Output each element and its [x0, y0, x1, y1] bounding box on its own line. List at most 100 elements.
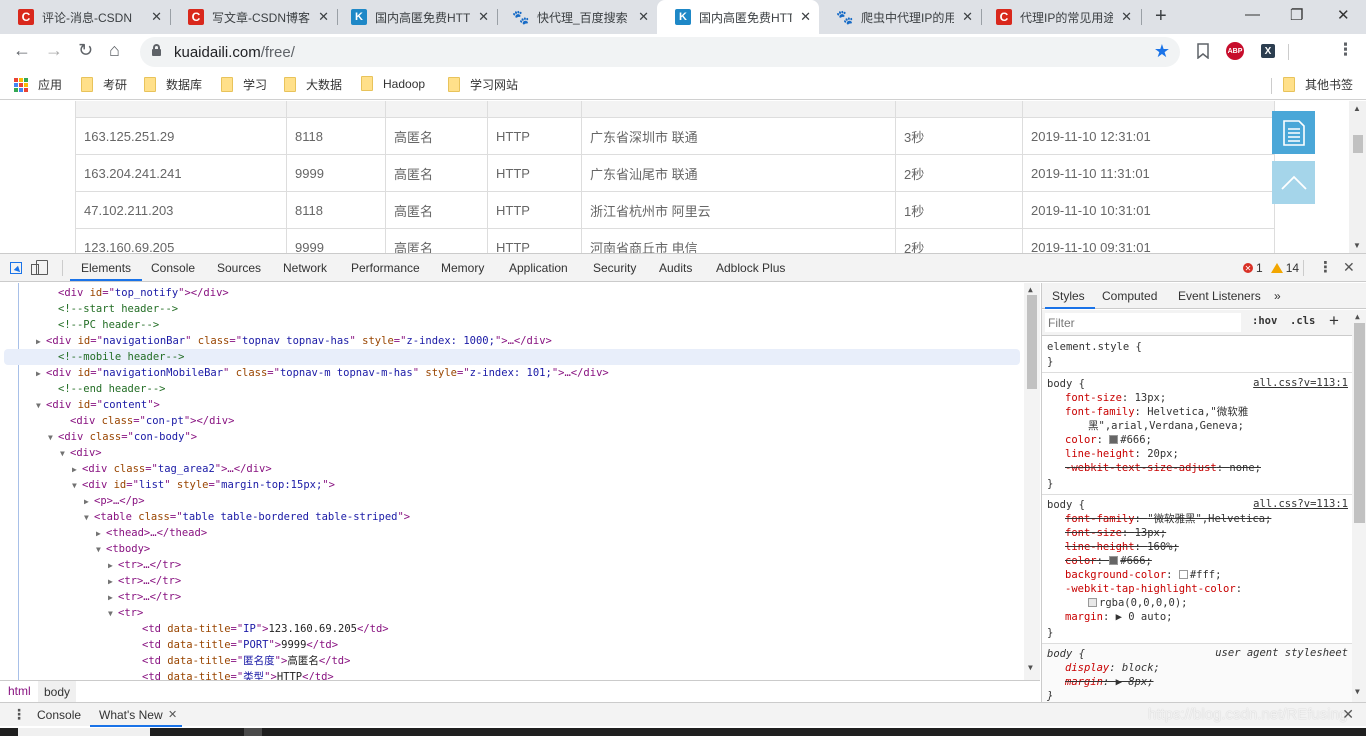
browser-tab[interactable]: K 国内高匿免费HTTP ✕	[333, 0, 497, 34]
reload-button[interactable]: ↻	[78, 40, 93, 61]
page-scrollbar-thumb[interactable]	[1353, 135, 1363, 153]
new-style-rule-button[interactable]: +	[1329, 311, 1339, 331]
drawer-tab-close-icon[interactable]: ✕	[168, 708, 177, 721]
rule-source-link[interactable]: all.css?v=113:1	[1253, 377, 1348, 389]
dom-node[interactable]: ▶ <div id="navigationMobileBar" class="to…	[0, 365, 609, 381]
dom-node[interactable]: ▼ <div id="list" style="margin-top:15px;"…	[0, 477, 335, 493]
devtools-close-icon[interactable]: ✕	[1343, 259, 1355, 276]
back-button[interactable]: ←	[13, 40, 31, 61]
devtools-tab-console[interactable]: Console	[151, 261, 195, 275]
inspect-element-icon[interactable]	[10, 262, 22, 274]
dom-node[interactable]: <td data-title="匿名度">高匿名</td>	[0, 653, 350, 669]
new-tab-button[interactable]: +	[1155, 5, 1167, 28]
elements-scrollbar-thumb[interactable]	[1027, 295, 1037, 389]
dom-node[interactable]: <!--PC header-->	[0, 317, 159, 333]
bookmark-folder[interactable]: Hadoop	[361, 76, 425, 91]
tab-close-icon[interactable]: ✕	[151, 9, 162, 25]
bookmark-folder[interactable]: 学习网站	[448, 76, 518, 93]
style-declaration[interactable]: -webkit-text-size-adjust: none;	[1065, 461, 1261, 475]
forward-button[interactable]: →	[45, 40, 63, 61]
dom-node[interactable]: <td data-title="IP">123.160.69.205</td>	[0, 621, 389, 637]
tab-close-icon[interactable]: ✕	[478, 9, 489, 25]
devtools-tab-security[interactable]: Security	[593, 261, 636, 275]
adblock-plus-icon[interactable]: ABP	[1226, 42, 1244, 60]
taskbar-active-app[interactable]	[244, 728, 262, 736]
rule-source-link[interactable]: all.css?v=113:1	[1253, 498, 1348, 510]
page-scrollbar[interactable]: ▲ ▼	[1349, 101, 1366, 253]
bookmark-folder[interactable]: 学习	[221, 76, 267, 93]
style-declaration[interactable]: 黑",arial,Verdana,Geneva;	[1088, 419, 1244, 433]
devtools-tab-performance[interactable]: Performance	[351, 261, 420, 275]
dom-node-selected[interactable]: <!--mobile header-->	[4, 349, 1020, 365]
bookmark-folder[interactable]: 大数据	[284, 76, 342, 93]
dom-node[interactable]: ▶ <tr>…</tr>	[0, 573, 181, 589]
dom-node[interactable]: <div class="con-pt"></div>	[0, 413, 234, 429]
hover-state-toggle[interactable]: :hov	[1252, 315, 1277, 327]
taskbar-search[interactable]	[18, 728, 150, 736]
scroll-down-arrow-icon[interactable]: ▼	[1028, 663, 1033, 672]
dom-node[interactable]: <!--end header-->	[0, 381, 165, 397]
dom-node[interactable]: ▶ <tr>…</tr>	[0, 589, 181, 605]
expand-triangle-icon[interactable]: ▶	[72, 462, 82, 478]
style-declaration[interactable]: color: #666;	[1065, 554, 1152, 568]
dom-node[interactable]: ▼ <div id="content">	[0, 397, 160, 413]
browser-tab[interactable]: 🐾 快代理_百度搜索 ✕	[495, 0, 657, 34]
expand-triangle-icon[interactable]: ▶	[36, 366, 46, 382]
drawer-tab-whats-new[interactable]: What's New	[99, 708, 163, 722]
dom-node[interactable]: <!--start header-->	[0, 301, 178, 317]
reading-list-icon[interactable]	[1197, 43, 1209, 62]
back-to-top-button[interactable]	[1272, 161, 1315, 204]
bookmark-folder[interactable]: 数据库	[144, 76, 202, 93]
elements-scrollbar[interactable]: ▲ ▼	[1024, 283, 1040, 689]
style-declaration[interactable]: background-color: #fff;	[1065, 568, 1221, 582]
styles-tab[interactable]: Styles	[1052, 289, 1085, 303]
scroll-down-arrow-icon[interactable]: ▼	[1353, 241, 1361, 250]
expand-triangle-icon[interactable]: ▶	[108, 574, 118, 590]
tab-close-icon[interactable]: ✕	[962, 9, 973, 25]
breadcrumb-html[interactable]: html	[8, 684, 31, 698]
more-tabs-chevron-icon[interactable]: »	[1274, 289, 1281, 303]
style-declaration[interactable]: font-size: 13px;	[1065, 391, 1166, 405]
styles-scrollbar-thumb[interactable]	[1354, 323, 1365, 523]
bookmark-folder[interactable]: 考研	[81, 76, 127, 93]
collapse-triangle-icon[interactable]: ▼	[48, 430, 58, 446]
color-swatch-icon[interactable]	[1088, 598, 1097, 607]
tab-close-icon[interactable]: ✕	[318, 9, 329, 25]
scroll-down-arrow-icon[interactable]: ▼	[1355, 687, 1360, 696]
address-bar[interactable]: kuaidaili.com/free/ ★	[140, 37, 1180, 67]
dom-node[interactable]: ▶ <div id="navigationBar" class="topnav t…	[0, 333, 552, 349]
event-listeners-tab[interactable]: Event Listeners	[1178, 289, 1261, 303]
minimize-button[interactable]: —	[1245, 6, 1260, 23]
browser-tab[interactable]: C 评论-消息-CSDN ✕	[0, 0, 170, 34]
tab-close-icon[interactable]: ✕	[1121, 9, 1132, 25]
collapse-triangle-icon[interactable]: ▼	[84, 510, 94, 526]
scroll-up-arrow-icon[interactable]: ▲	[1355, 312, 1360, 321]
dom-node[interactable]: ▼ <div class="con-body">	[0, 429, 197, 445]
scroll-up-arrow-icon[interactable]: ▲	[1353, 104, 1361, 113]
style-declaration[interactable]: color: #666;	[1065, 433, 1152, 447]
expand-triangle-icon[interactable]: ▶	[36, 334, 46, 350]
computed-tab[interactable]: Computed	[1102, 289, 1157, 303]
browser-tab[interactable]: C 写文章-CSDN博客 ✕	[170, 0, 337, 34]
issues-counter[interactable]: ✕ 1 14	[1243, 261, 1299, 275]
drawer-close-icon[interactable]: ✕	[1342, 706, 1354, 723]
scroll-up-arrow-icon[interactable]: ▲	[1028, 285, 1033, 294]
tab-close-icon[interactable]: ✕	[638, 9, 649, 25]
style-declaration[interactable]: line-height: 160%;	[1065, 540, 1179, 554]
close-window-button[interactable]: ✕	[1337, 6, 1350, 24]
devtools-tab-elements[interactable]: Elements	[81, 261, 131, 275]
style-declaration[interactable]: rgba(0,0,0,0);	[1088, 596, 1188, 610]
dom-node[interactable]: ▼ <tbody>	[0, 541, 150, 557]
collapse-triangle-icon[interactable]: ▼	[60, 446, 70, 462]
expand-triangle-icon[interactable]: ▶	[108, 590, 118, 606]
collapse-triangle-icon[interactable]: ▼	[36, 398, 46, 414]
style-declaration[interactable]: display: block;	[1065, 661, 1160, 675]
dom-node[interactable]: ▼ <table class="table table-bordered tabl…	[0, 509, 410, 525]
expand-triangle-icon[interactable]: ▶	[108, 558, 118, 574]
extension-x-icon[interactable]: X	[1261, 44, 1275, 58]
url-text[interactable]: kuaidaili.com/free/	[174, 44, 295, 61]
tab-close-icon[interactable]: ✕	[800, 9, 811, 25]
devtools-tab-adblock-plus[interactable]: Adblock Plus	[716, 261, 785, 275]
bookmark-apps[interactable]: 应用	[14, 76, 62, 93]
rule-selector[interactable]: element.style {	[1047, 340, 1142, 354]
